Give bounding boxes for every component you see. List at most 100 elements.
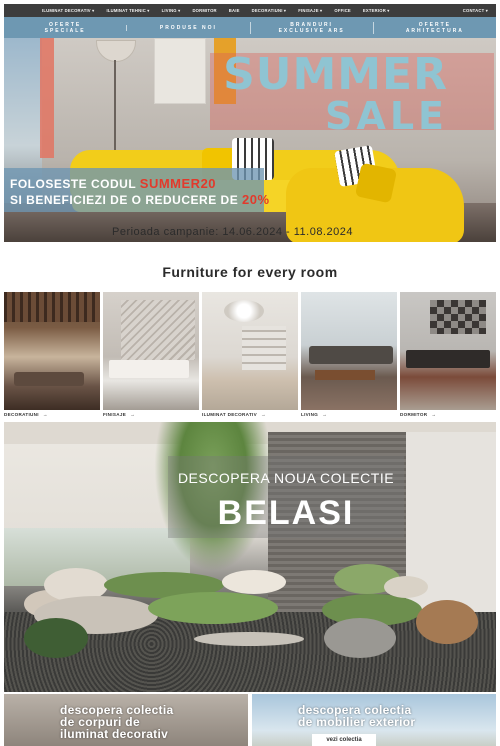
- nav-label: EXTERIOR: [362, 8, 386, 13]
- stone-wall-image: [121, 300, 195, 360]
- shelving-image: [242, 326, 286, 370]
- nav-label: DORMITOR: [192, 8, 217, 13]
- category-image: [400, 292, 496, 410]
- category-label: DORMITOR →: [400, 412, 496, 417]
- promo-line-1: FOLOSESTE CODUL SUMMER20: [10, 176, 258, 192]
- belasi-collection-banner[interactable]: DESCOPERA NOUA COLECTIE BELASI: [4, 422, 496, 692]
- promo-line-2: SI BENEFICIEZI DE O REDUCERE DE 20%: [10, 192, 269, 208]
- promo-code: SUMMER20: [139, 176, 217, 191]
- sofa-image: [309, 346, 393, 364]
- category-name: ILUMINAT DECORATIV: [202, 412, 257, 417]
- nav-label: FINISAJE: [298, 8, 319, 13]
- nav-iluminat-decorativ[interactable]: ILUMINAT DECORATIV ▾: [42, 8, 94, 13]
- category-row: DECORATIUNI → FINISAJE → ILUMINAT DECORATI…: [4, 292, 496, 418]
- category-image: [301, 292, 397, 410]
- nav-label: LIVING: [161, 8, 177, 13]
- sofa-image: [14, 372, 84, 386]
- arrow-right-icon: →: [431, 412, 437, 417]
- banner-text-line: iluminat decorativ: [60, 727, 169, 741]
- banner-text-line: de mobilier exterior: [298, 715, 416, 729]
- promo-text: SI BENEFICIEZI DE O REDUCERE DE: [10, 193, 239, 207]
- banner-mobilier-exterior[interactable]: descopera colectia de mobilier exterior …: [252, 694, 496, 746]
- nav-label: ILUMINAT DECORATIV: [42, 8, 91, 13]
- promo-ribbon: OFERTE SPECIALE PRODUSE NOI BRANDURI EXC…: [4, 17, 496, 38]
- category-card-decoratiuni[interactable]: DECORATIUNI →: [4, 292, 100, 418]
- sale-heading: SALE: [325, 94, 448, 138]
- hero-accent-bar: [40, 38, 54, 158]
- nav-contact[interactable]: CONTACT ▾: [463, 8, 488, 13]
- promo-text: FOLOSESTE CODUL: [10, 177, 136, 191]
- nav-exterior[interactable]: EXTERIOR ▾: [363, 8, 390, 13]
- category-card-finisaje[interactable]: FINISAJE →: [103, 292, 199, 418]
- collection-name: BELASI: [217, 494, 355, 532]
- category-label: ILUMINAT DECORATIV →: [202, 412, 298, 417]
- arrow-right-icon: →: [322, 412, 328, 417]
- pouf-image: [384, 576, 428, 598]
- category-image: [202, 292, 298, 410]
- nav-finisaje[interactable]: FINISAJE ▾: [298, 8, 322, 13]
- floor-lamp-image: [96, 40, 136, 62]
- ceiling-beams-image: [4, 292, 100, 322]
- bed-image: [109, 360, 189, 378]
- nav-dormitor[interactable]: DORMITOR: [192, 8, 216, 13]
- nav-label: CONTACT: [462, 8, 485, 13]
- category-card-dormitor[interactable]: DORMITOR →: [400, 292, 496, 418]
- category-label: DECORATIUNI →: [4, 412, 100, 417]
- pouf-image: [416, 600, 478, 644]
- nav-decoratiuni[interactable]: DECORATIUNI ▾: [252, 8, 287, 13]
- ribbon-oferte-arhitectura[interactable]: OFERTE ARHITECTURA: [372, 21, 496, 34]
- category-name: FINISAJE: [103, 412, 127, 417]
- arrow-right-icon: →: [261, 412, 266, 417]
- bed-image: [406, 350, 490, 368]
- category-name: LIVING: [301, 412, 319, 417]
- top-navigation: ILUMINAT DECORATIV ▾ ILUMINAT TEHNIC ▾ L…: [4, 4, 496, 17]
- banner-iluminat-decorativ[interactable]: descopera colectia de corpuri de ilumina…: [4, 694, 248, 746]
- category-label: LIVING →: [301, 412, 397, 417]
- ribbon-produse-noi[interactable]: PRODUSE NOI: [126, 24, 249, 31]
- nav-iluminat-tehnic[interactable]: ILUMINAT TEHNIC ▾: [106, 8, 149, 13]
- view-collection-button[interactable]: vezi colectia: [312, 734, 376, 746]
- nav-label: BAIE: [228, 8, 240, 13]
- ribbon-label: ARHITECTURA: [405, 27, 464, 34]
- banner-text: descopera colectia de corpuri de ilumina…: [60, 704, 173, 740]
- promo-discount: 20%: [242, 192, 270, 207]
- ribbon-branduri-exclusive[interactable]: BRANDURI EXCLUSIVE ARS: [249, 21, 373, 34]
- page: ILUMINAT DECORATIV ▾ ILUMINAT TEHNIC ▾ L…: [0, 0, 500, 746]
- nav-label: DECORATIUNI: [251, 8, 283, 13]
- ribbon-label: SPECIALE: [44, 27, 86, 34]
- campaign-period: Perioada campanie: 14.06.2024 - 11.08.20…: [112, 226, 353, 238]
- arrow-right-icon: →: [42, 412, 48, 417]
- pouf-image: [24, 618, 88, 658]
- ribbon-label: EXCLUSIVE ARS: [278, 27, 345, 34]
- promo-code-box: FOLOSESTE CODUL SUMMER20 SI BENEFICIEZI …: [4, 168, 269, 212]
- nav-living[interactable]: LIVING ▾: [162, 8, 181, 13]
- arrow-right-icon: →: [130, 412, 135, 417]
- coffee-table-image: [315, 370, 375, 380]
- nav-label: OFFICE: [334, 8, 351, 13]
- banner-text: descopera colectia de mobilier exterior: [298, 704, 415, 728]
- chandelier-image: [224, 300, 264, 322]
- hero-wall-panel: [154, 38, 206, 104]
- pouf-image: [324, 618, 396, 658]
- category-label: FINISAJE →: [103, 412, 199, 417]
- cushion-image: [354, 162, 398, 204]
- category-name: DECORATIUNI: [4, 412, 39, 417]
- category-image: [103, 292, 199, 410]
- nav-label: ILUMINAT TEHNIC: [106, 8, 146, 13]
- section-title: Furniture for every room: [162, 264, 338, 280]
- wall-decor-image: [430, 300, 486, 334]
- pouf-image: [222, 570, 286, 594]
- nav-office[interactable]: OFFICE: [334, 8, 351, 13]
- nav-baie[interactable]: BAIE: [229, 8, 240, 13]
- collection-subtitle: DESCOPERA NOUA COLECTIE: [177, 470, 395, 486]
- bottom-banners: descopera colectia de corpuri de ilumina…: [4, 694, 496, 746]
- category-card-iluminat-decorativ[interactable]: ILUMINAT DECORATIV →: [202, 292, 298, 418]
- summer-sale-hero[interactable]: SUMMER SALE FOLOSESTE CODUL SUMMER20 SI …: [4, 38, 496, 242]
- category-name: DORMITOR: [400, 412, 428, 417]
- summer-heading: SUMMER: [223, 49, 448, 100]
- category-image: [4, 292, 100, 410]
- pouf-image: [148, 592, 278, 624]
- category-card-living[interactable]: LIVING →: [301, 292, 397, 418]
- ribbon-oferte-speciale[interactable]: OFERTE SPECIALE: [4, 22, 126, 34]
- stone-tray-image: [194, 632, 304, 646]
